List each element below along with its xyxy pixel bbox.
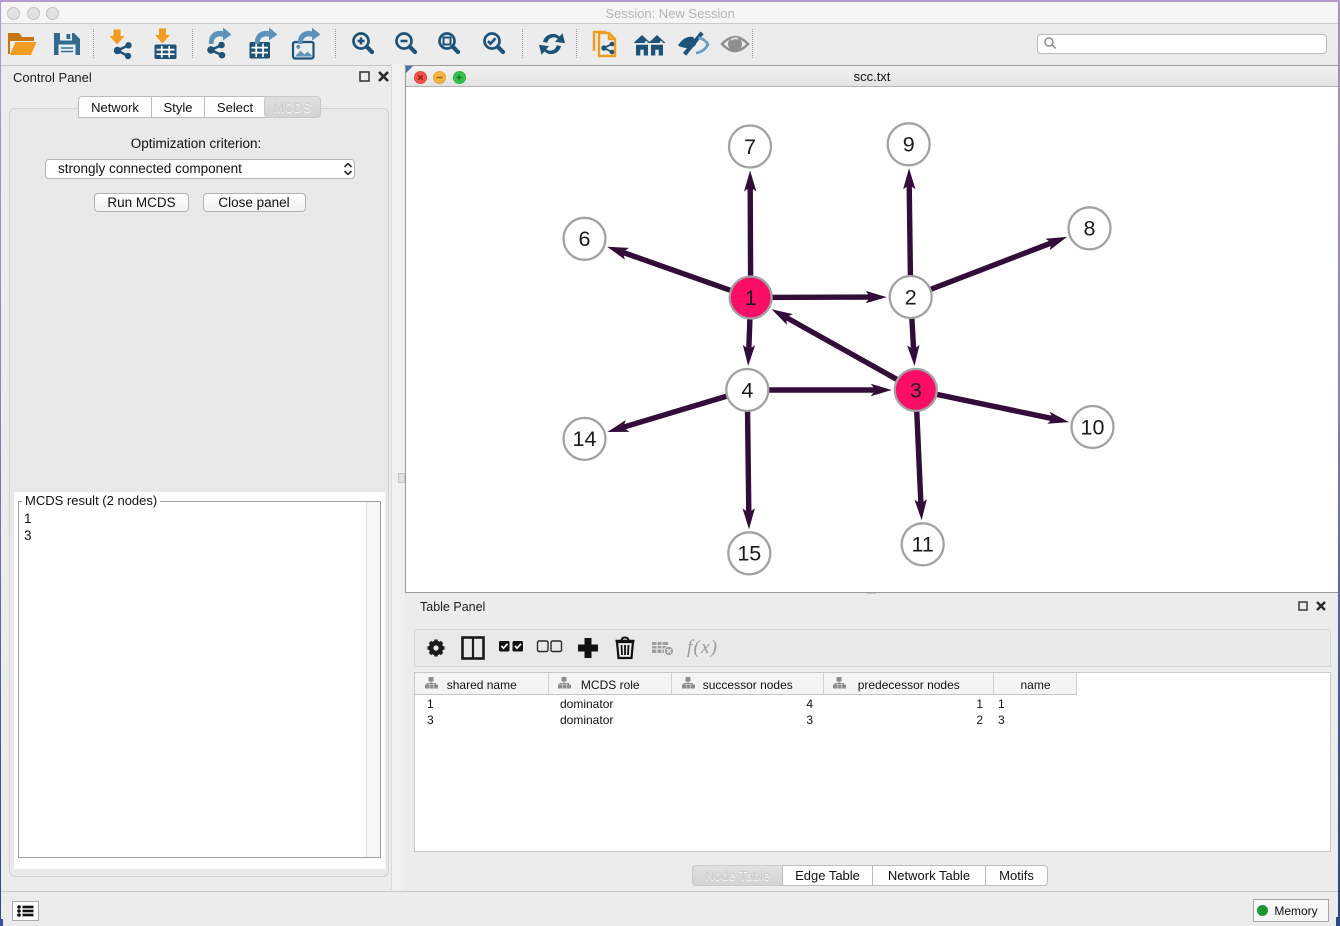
svg-text:3: 3 [910,378,922,402]
svg-text:1: 1 [745,286,757,310]
svg-text:11: 11 [912,533,934,557]
svg-text:8: 8 [1084,217,1096,241]
svg-text:10: 10 [1081,415,1105,439]
svg-text:7: 7 [744,135,756,159]
svg-text:2: 2 [905,285,917,309]
svg-text:6: 6 [579,227,591,251]
svg-text:15: 15 [737,542,761,566]
svg-text:4: 4 [741,378,753,402]
svg-text:14: 14 [573,427,597,451]
svg-text:9: 9 [903,133,915,157]
